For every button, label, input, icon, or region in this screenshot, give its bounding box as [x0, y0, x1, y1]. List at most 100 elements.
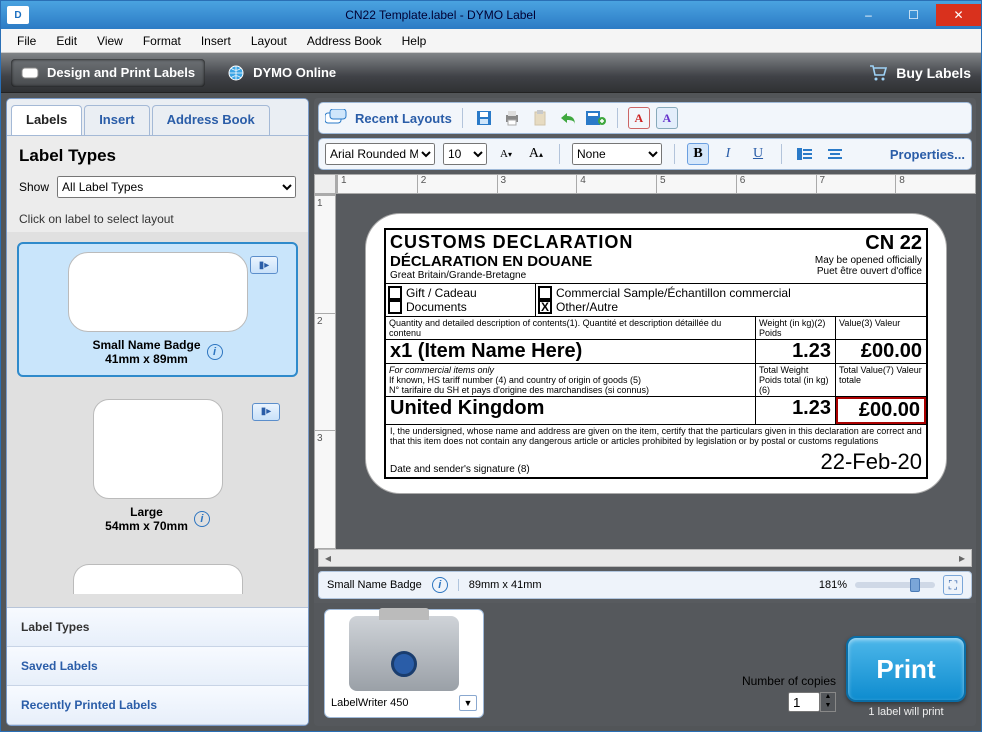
- font-size-select[interactable]: 10: [443, 143, 487, 165]
- gallery-item-large[interactable]: Large 54mm x 70mm i ▮▸: [17, 391, 298, 542]
- gallery-item-partial[interactable]: [17, 556, 298, 602]
- underline-button[interactable]: U: [747, 143, 769, 165]
- align-left-icon[interactable]: [794, 143, 816, 165]
- menu-edit[interactable]: Edit: [46, 31, 87, 51]
- col-weight-header: Weight (in kg)(2) Poids: [756, 317, 836, 339]
- total-weight-header: Total Weight Poids total (in kg)(6): [756, 364, 836, 396]
- layouts-icon: [325, 109, 349, 127]
- printer-selector[interactable]: LabelWriter 450 ▼: [324, 609, 484, 718]
- gallery-item-dims: 54mm x 70mm: [105, 519, 188, 533]
- tab-design-print[interactable]: Design and Print Labels: [11, 59, 205, 87]
- menu-insert[interactable]: Insert: [191, 31, 241, 51]
- italic-button[interactable]: I: [717, 143, 739, 165]
- minimize-button[interactable]: –: [846, 4, 891, 26]
- save-icon[interactable]: [473, 107, 495, 129]
- print-button[interactable]: Print: [846, 636, 966, 702]
- scroll-right-icon[interactable]: ▸: [953, 551, 971, 565]
- border-select[interactable]: None: [572, 143, 662, 165]
- left-tab-addressbook[interactable]: Address Book: [152, 105, 270, 135]
- status-dims: 89mm x 41mm: [458, 579, 542, 591]
- info-icon[interactable]: i: [207, 344, 223, 360]
- label-preview: [93, 399, 223, 499]
- globe-icon: [227, 64, 245, 82]
- gallery-item-small-name-badge[interactable]: Small Name Badge 41mm x 89mm i ▮▸: [17, 242, 298, 377]
- show-filter-select[interactable]: All Label Types: [57, 176, 296, 198]
- layout-picker-button[interactable]: ▮▸: [252, 403, 280, 421]
- label-preview: [73, 564, 243, 594]
- zoom-slider[interactable]: [855, 582, 935, 588]
- label-gallery[interactable]: Small Name Badge 41mm x 89mm i ▮▸ Large: [7, 232, 308, 607]
- zoom-fit-button[interactable]: ⛶: [943, 575, 963, 595]
- cart-icon: [868, 64, 888, 82]
- label-preview: [68, 252, 248, 332]
- info-icon[interactable]: i: [194, 511, 210, 527]
- left-tab-insert[interactable]: Insert: [84, 105, 149, 135]
- copies-label: Number of copies: [742, 674, 836, 688]
- section-saved-labels[interactable]: Saved Labels: [7, 647, 308, 686]
- label-object[interactable]: CUSTOMS DECLARATION DÉCLARATION EN DOUAN…: [366, 214, 946, 493]
- recent-layouts-label: Recent Layouts: [355, 111, 452, 126]
- close-button[interactable]: ✕: [936, 4, 981, 26]
- address-quickprint-icon[interactable]: [585, 107, 607, 129]
- properties-button[interactable]: Properties...: [890, 147, 965, 162]
- layout-picker-button[interactable]: ▮▸: [250, 256, 278, 274]
- cn22-code: CN 22: [815, 232, 922, 255]
- paste-icon[interactable]: [529, 107, 551, 129]
- printer-image: [349, 616, 459, 691]
- align-center-icon[interactable]: [824, 143, 846, 165]
- print-area: LabelWriter 450 ▼ Number of copies ▲▼ Pr…: [314, 603, 976, 726]
- ruler-horizontal: 12 34 56 78: [336, 174, 976, 194]
- app-icon: D: [7, 6, 29, 24]
- total-value-header: Total Value(7) Valeur totale: [836, 364, 926, 396]
- item-weight[interactable]: 1.23: [756, 340, 836, 363]
- bold-button[interactable]: B: [687, 143, 709, 165]
- text-color-icon[interactable]: A: [628, 107, 650, 129]
- design-canvas[interactable]: CUSTOMS DECLARATION DÉCLARATION EN DOUAN…: [336, 194, 976, 549]
- copies-input[interactable]: [788, 692, 820, 712]
- font-grow-icon[interactable]: A▴: [525, 143, 547, 165]
- label-icon: [21, 64, 39, 82]
- text-highlight-icon[interactable]: A: [656, 107, 678, 129]
- menu-view[interactable]: View: [87, 31, 133, 51]
- item-value[interactable]: £00.00: [836, 340, 926, 363]
- section-label-types[interactable]: Label Types: [7, 608, 308, 647]
- info-icon[interactable]: i: [432, 577, 448, 593]
- total-weight[interactable]: 1.23: [756, 397, 836, 424]
- recent-layouts-button[interactable]: Recent Layouts: [325, 109, 452, 127]
- buy-labels-button[interactable]: Buy Labels: [868, 64, 971, 82]
- checkbox-other[interactable]: X: [538, 300, 552, 314]
- print-icon[interactable]: [501, 107, 523, 129]
- titlebar: D CN22 Template.label - DYMO Label – ☐ ✕: [1, 1, 981, 29]
- chevron-down-icon[interactable]: ▼: [459, 695, 477, 711]
- total-value[interactable]: £00.00: [836, 397, 926, 424]
- show-label: Show: [19, 180, 49, 194]
- customs-title-fr: DÉCLARATION EN DOUANE: [390, 253, 807, 270]
- maximize-button[interactable]: ☐: [891, 4, 936, 26]
- scroll-left-icon[interactable]: ◂: [319, 551, 337, 565]
- toolbar-font: Arial Rounded MT 10 A▾ A▴ None B I U Pro…: [318, 138, 972, 170]
- horizontal-scrollbar[interactable]: ◂ ▸: [318, 549, 972, 567]
- checkbox-gift[interactable]: [388, 286, 402, 300]
- item-description[interactable]: x1 (Item Name Here): [386, 340, 756, 363]
- menu-layout[interactable]: Layout: [241, 31, 297, 51]
- checkbox-documents[interactable]: [388, 300, 402, 314]
- signature-caption: Date and sender's signature (8): [390, 464, 530, 475]
- window-title: CN22 Template.label - DYMO Label: [35, 8, 846, 22]
- section-recent-labels[interactable]: Recently Printed Labels: [7, 686, 308, 725]
- origin-country[interactable]: United Kingdom: [386, 397, 756, 424]
- gallery-item-name: Large: [105, 505, 188, 519]
- tab-dymo-online[interactable]: DYMO Online: [217, 59, 346, 87]
- checkbox-commercial[interactable]: [538, 286, 552, 300]
- font-shrink-icon[interactable]: A▾: [495, 143, 517, 165]
- copies-spinner[interactable]: ▲▼: [820, 692, 836, 712]
- undo-icon[interactable]: [557, 107, 579, 129]
- menu-format[interactable]: Format: [133, 31, 191, 51]
- font-family-select[interactable]: Arial Rounded MT: [325, 143, 435, 165]
- signature-date[interactable]: 22-Feb-20: [820, 449, 922, 475]
- customs-title-en: CUSTOMS DECLARATION: [390, 232, 807, 253]
- may-open-fr: Puet être ouvert d'office: [815, 266, 922, 277]
- left-tab-labels[interactable]: Labels: [11, 105, 82, 135]
- menu-file[interactable]: File: [7, 31, 46, 51]
- menu-addressbook[interactable]: Address Book: [297, 31, 392, 51]
- menu-help[interactable]: Help: [392, 31, 437, 51]
